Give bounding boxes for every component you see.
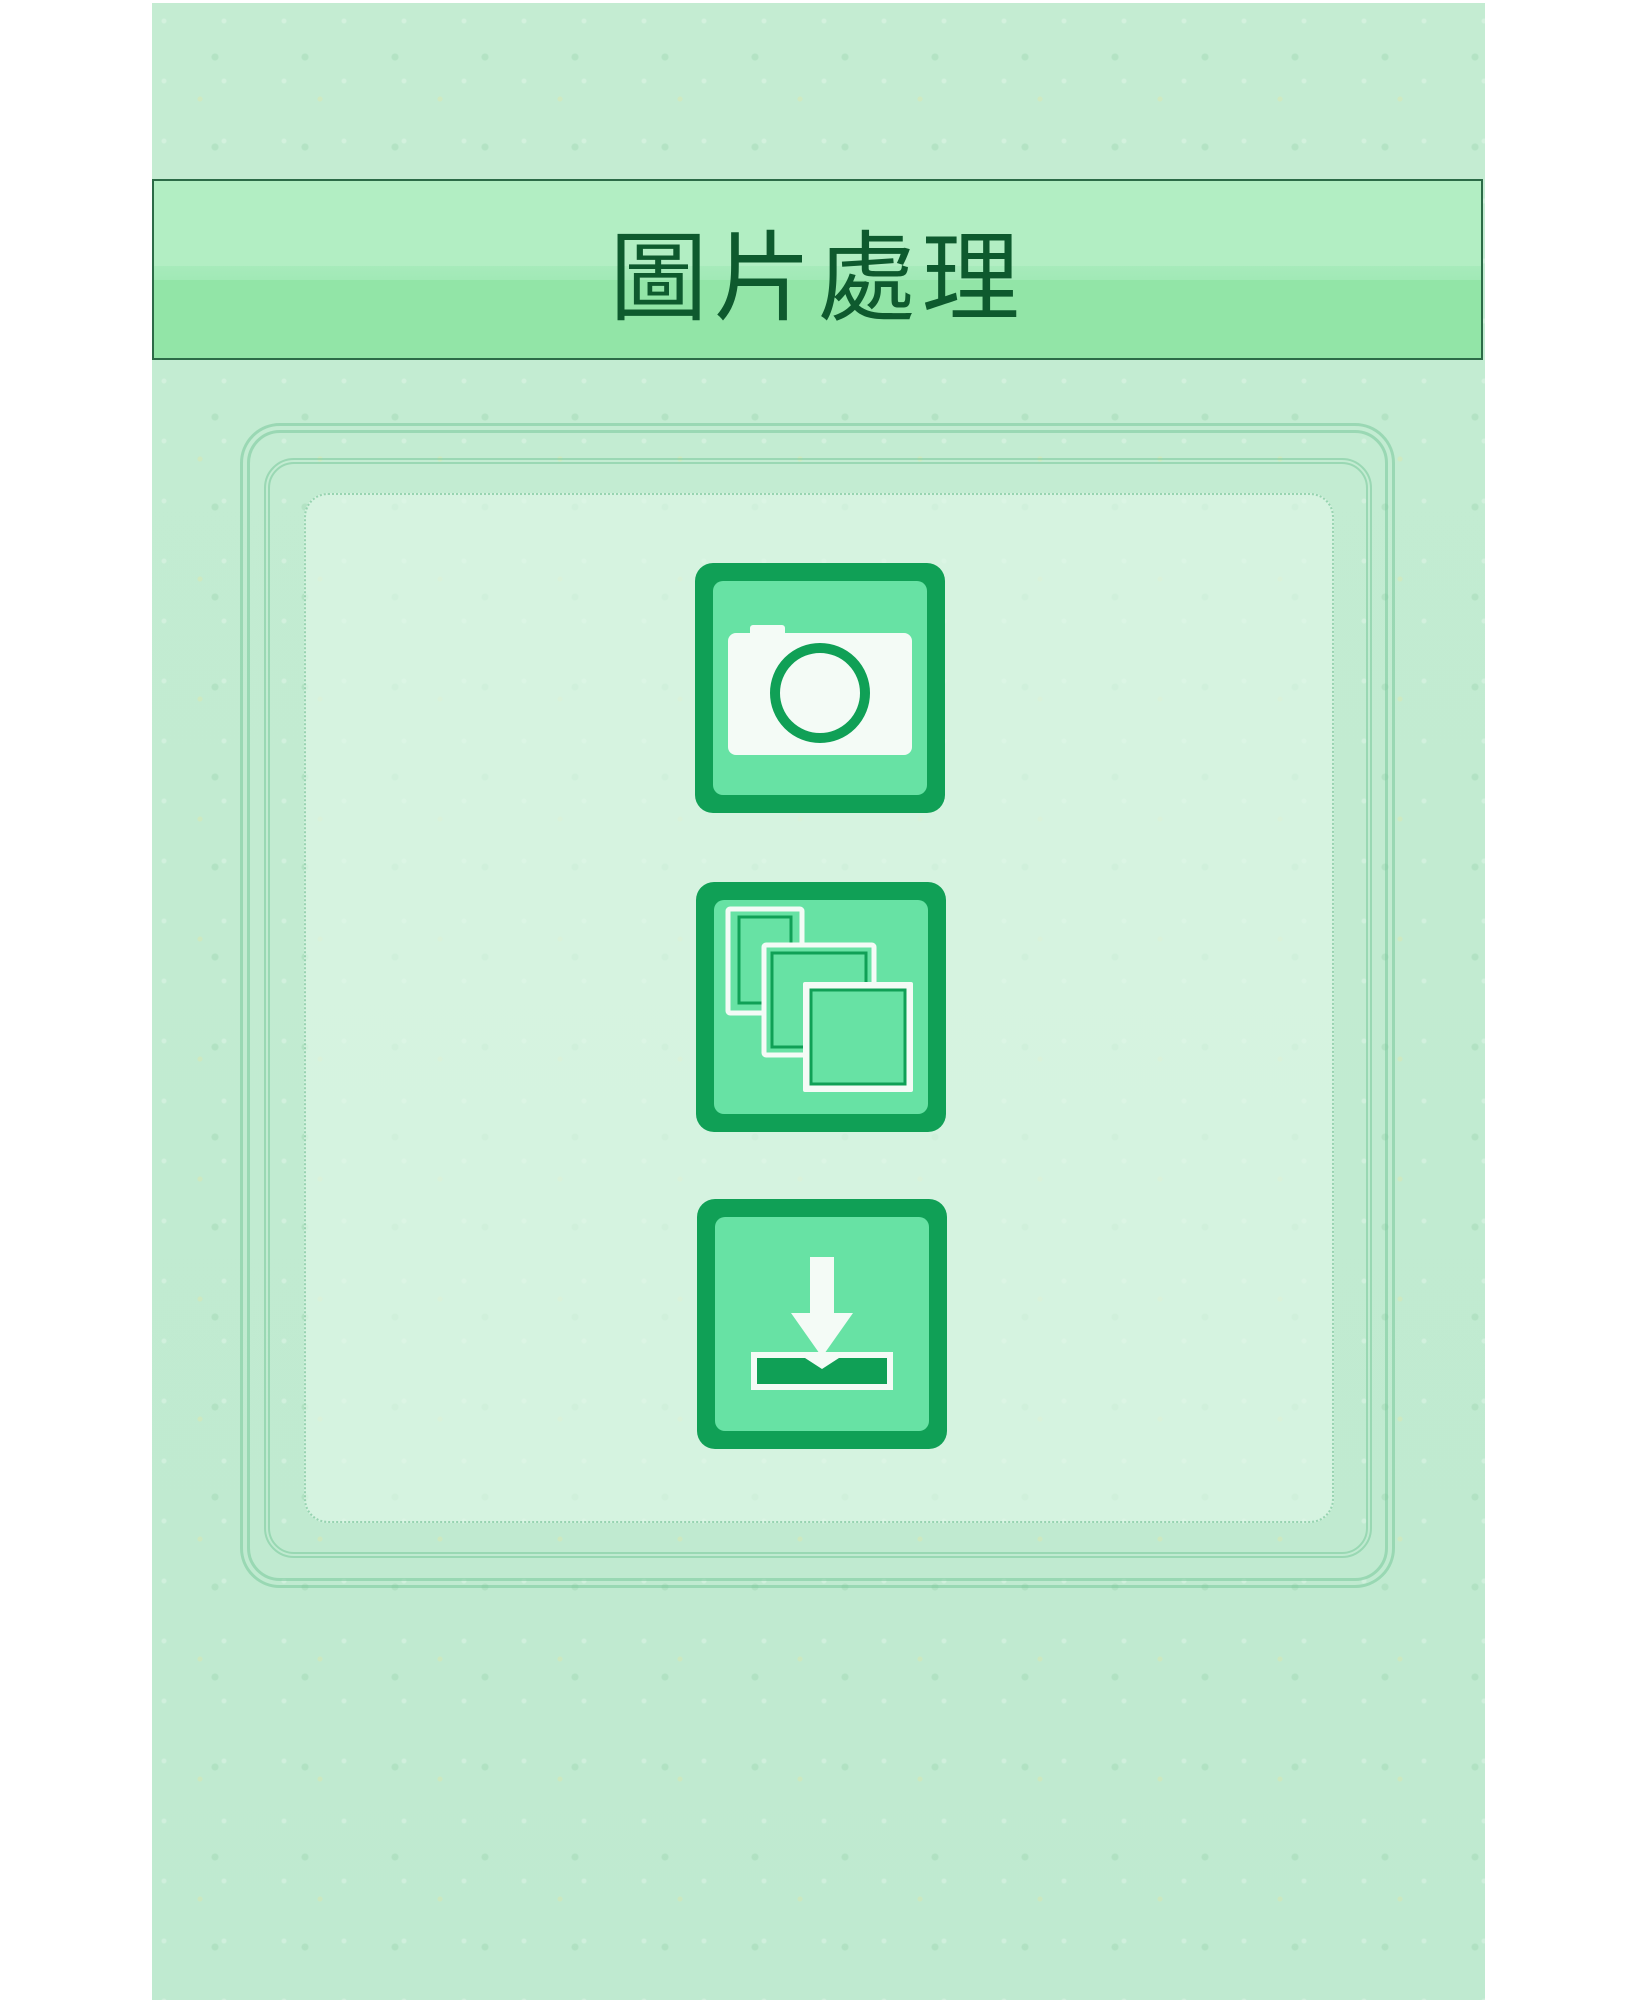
page-title: 圖片處理 — [609, 221, 1026, 336]
title-bar: 圖片處理 — [152, 179, 1483, 360]
camera-button[interactable] — [695, 563, 945, 813]
download-icon — [751, 1257, 893, 1390]
stacked-images-icon — [725, 906, 913, 1092]
app-screen: 圖片處理 — [152, 3, 1485, 2000]
download-button[interactable] — [697, 1199, 947, 1449]
gallery-button[interactable] — [696, 882, 946, 1132]
camera-icon — [728, 625, 912, 755]
